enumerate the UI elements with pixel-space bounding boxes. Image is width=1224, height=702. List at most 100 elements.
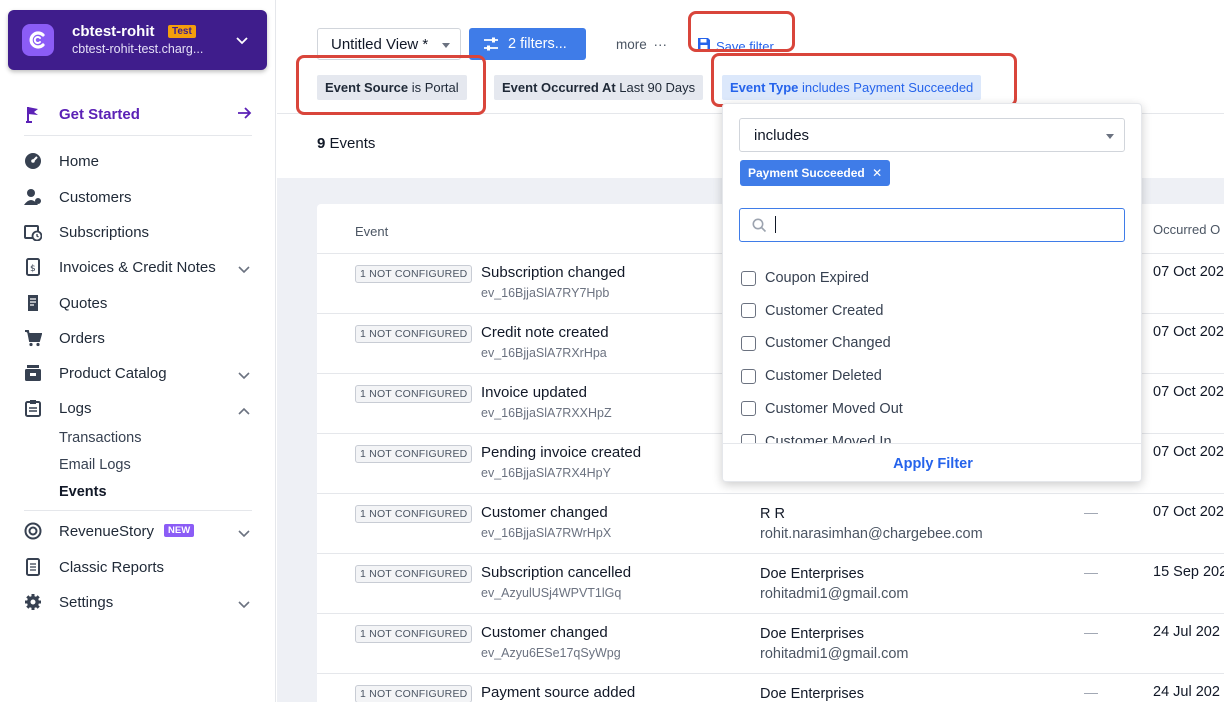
report-icon [24,558,42,576]
event-id: ev_16BjjaSlA7RWrHpX [481,526,612,540]
table-row[interactable]: 1 NOT CONFIGURED Subscription cancelled ev… [317,553,1224,613]
filters-label: 2 filters... [508,36,567,52]
chevron-down-icon[interactable] [238,525,250,543]
sidebar-item-label: Settings [59,593,114,611]
sidebar-item-label: Product Catalog [59,364,167,382]
option-label: Coupon Expired [765,270,869,286]
checkbox[interactable] [741,434,756,443]
event-title[interactable]: Payment source added [481,684,635,701]
chevron-down-icon[interactable] [238,261,250,279]
event-title[interactable]: Customer changed [481,504,608,521]
checkbox[interactable] [741,368,756,384]
column-header-event[interactable]: Event [355,224,388,239]
ellipsis-icon: ··· [653,37,668,52]
event-id: ev_16BjjaSlA7RXXHpZ [481,406,612,420]
occurred-on-date: 15 Sep 202 [1153,564,1224,580]
option-item[interactable]: Customer Deleted [741,366,882,386]
checkbox[interactable] [741,401,756,417]
not-configured-badge: 1 NOT CONFIGURED [355,565,473,583]
events-count: 9 Events [317,135,375,152]
sidebar-item-settings[interactable]: Settings [0,585,276,619]
sidebar-item-label: Classic Reports [59,558,165,576]
filter-chip-event-occurred-at[interactable]: Event Occurred At Last 90 Days [494,75,704,100]
not-configured-badge: 1 NOT CONFIGURED [355,505,473,523]
option-label: Customer Changed [765,335,891,352]
column-header-occurred-on[interactable]: Occurred O [1153,222,1220,237]
occurred-on-date: 24 Jul 202 [1153,624,1220,640]
chevron-down-icon[interactable] [238,596,250,614]
not-configured-badge: 1 NOT CONFIGURED [355,265,473,283]
options-search-input[interactable] [739,208,1125,242]
table-row[interactable]: 1 NOT CONFIGURED Customer changed ev_Azyu6… [317,613,1224,673]
chevron-up-icon[interactable] [238,402,250,420]
customer-name: Doe Enterprises [760,626,864,642]
option-item[interactable]: Customer Moved Out [741,399,903,419]
event-id: ev_16BjjaSlA7RXrHpa [481,346,607,360]
sidebar-item-orders[interactable]: Orders [0,321,276,355]
option-item[interactable]: Coupon Expired [741,268,869,288]
option-label: Customer Moved Out [765,400,903,417]
option-item[interactable]: Customer Changed [741,333,891,353]
not-configured-badge: 1 NOT CONFIGURED [355,325,473,343]
annotation-highlight [688,11,795,52]
checkbox[interactable] [741,303,756,319]
sidebar-item-logs[interactable]: Logs [0,391,276,425]
option-item[interactable]: Customer Created [741,301,883,321]
table-row[interactable]: 1 NOT CONFIGURED Payment source added Doe … [317,673,1224,702]
sidebar-item-label: Get Started [59,105,140,123]
sidebar-item-customers[interactable]: Customers [0,180,276,214]
caret-down-icon [1106,134,1114,139]
event-id: ev_16BjjaSlA7RY7Hpb [481,286,610,300]
not-configured-badge: 1 NOT CONFIGURED [355,445,473,463]
options-list[interactable]: Coupon Expired Customer Created Customer C… [723,259,1141,443]
sidebar-item-get-started[interactable]: Get Started [0,97,276,131]
divider [24,510,252,511]
sidebar-item-invoices[interactable]: $ Invoices & Credit Notes [0,250,276,284]
sidebar-item-revenuestory[interactable]: RevenueStory NEW [0,514,276,548]
revenuestory-icon [24,522,42,540]
option-label: Customer Created [765,302,884,319]
account-name: cbtest-rohit [72,23,155,40]
event-title[interactable]: Invoice updated [481,384,587,401]
event-title[interactable]: Pending invoice created [481,444,641,461]
dashboard-icon [24,152,42,170]
selected-tag-label: Payment Succeeded [748,166,865,180]
sidebar-subitem-email-logs[interactable]: Email Logs [59,457,131,473]
flag-icon [24,105,42,123]
checkbox[interactable] [741,335,756,351]
popover-footer: Apply Filter [723,443,1141,481]
not-configured-badge: 1 NOT CONFIGURED [355,385,473,403]
close-icon[interactable]: ✕ [872,166,882,180]
table-row[interactable]: 1 NOT CONFIGURED Customer changed ev_16Bjj… [317,493,1224,553]
sidebar-item-classic-reports[interactable]: Classic Reports [0,550,276,584]
more-button[interactable]: more ··· [616,37,667,52]
operator-select[interactable]: includes [739,118,1125,152]
event-title[interactable]: Customer changed [481,624,608,641]
sidebar-item-subscriptions[interactable]: Subscriptions [0,215,276,249]
empty-value-dash: — [1084,504,1098,520]
chevron-down-icon[interactable] [238,367,250,385]
sidebar-item-quotes[interactable]: Quotes [0,286,276,320]
not-configured-badge: 1 NOT CONFIGURED [355,625,473,643]
sidebar-subitem-events[interactable]: Events [59,484,107,500]
event-title[interactable]: Subscription cancelled [481,564,631,581]
event-title[interactable]: Subscription changed [481,264,625,281]
occurred-on-date: 24 Jul 202 [1153,684,1220,700]
customer-name: R R [760,506,785,522]
account-switcher[interactable]: cbtest-rohit Test cbtest-rohit-test.char… [8,10,267,70]
annotation-highlight [296,55,486,115]
event-title[interactable]: Credit note created [481,324,609,341]
checkbox[interactable] [741,270,756,286]
sidebar-subitem-transactions[interactable]: Transactions [59,430,141,446]
sidebar-item-product-catalog[interactable]: Product Catalog [0,356,276,390]
invoice-icon: $ [24,258,42,276]
option-item[interactable]: Customer Moved In [741,432,892,443]
occurred-on-date: 07 Oct 202 [1153,444,1224,460]
events-count-label: Events [325,135,376,152]
filters-button[interactable]: 2 filters... [469,28,586,60]
apply-filter-button[interactable]: Apply Filter [723,456,1141,472]
option-label: Customer Deleted [765,368,882,385]
chip-field: Event Occurred At [502,80,616,95]
sidebar-item-home[interactable]: Home [0,144,276,178]
event-id: ev_Azyu6ESe17qSyWpg [481,646,621,660]
